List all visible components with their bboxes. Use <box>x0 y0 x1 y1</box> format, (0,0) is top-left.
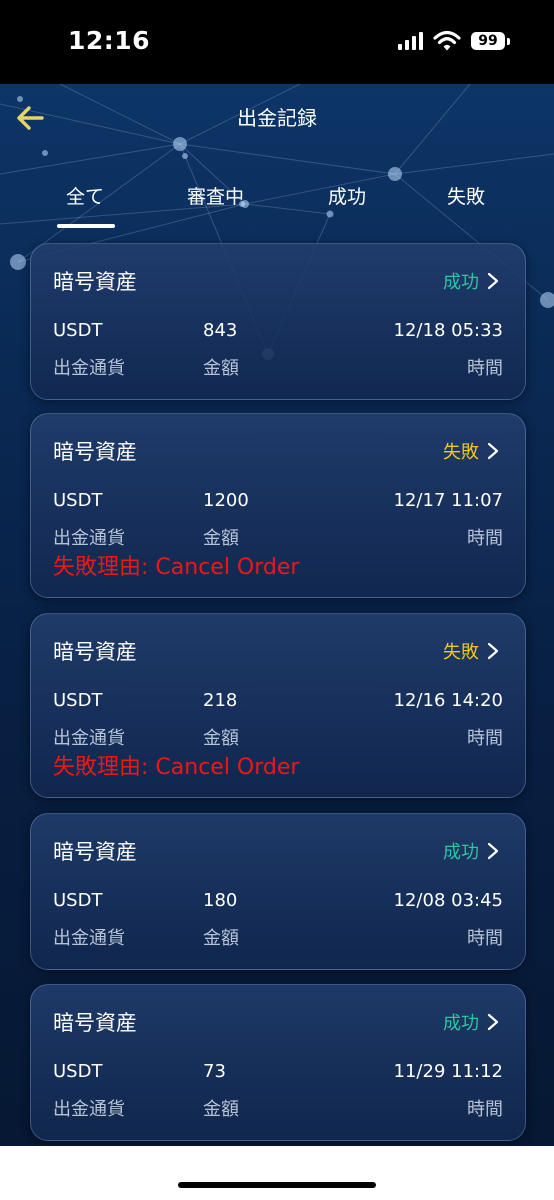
amount-label: 金額 <box>203 928 239 949</box>
chevron-right-icon <box>487 442 499 460</box>
status-label: 失敗 <box>443 442 479 463</box>
wifi-icon <box>433 30 461 51</box>
currency-label: 出金通貨 <box>53 728 125 749</box>
time-value: 11/29 11:12 <box>393 1061 503 1082</box>
record-title: 暗号資産 <box>53 640 137 664</box>
status-time: 12:16 <box>68 26 151 55</box>
time-label: 時間 <box>467 358 503 379</box>
currency-label: 出金通貨 <box>53 528 125 549</box>
chevron-right-icon <box>487 642 499 660</box>
currency-label: 出金通貨 <box>53 928 125 949</box>
amount-label: 金額 <box>203 358 239 379</box>
time-value: 12/17 11:07 <box>393 490 503 511</box>
cellular-signal-icon <box>398 32 423 50</box>
time-label: 時間 <box>467 528 503 549</box>
page-title: 出金記録 <box>237 106 317 130</box>
record-status: 成功 <box>443 1009 499 1035</box>
currency-label: 出金通貨 <box>53 358 125 379</box>
currency-label: 出金通貨 <box>53 1099 125 1120</box>
amount-label: 金額 <box>203 528 239 549</box>
status-label: 成功 <box>443 272 479 293</box>
app-screen: 出金記録 全て 審査中 成功 失敗 暗号資産 成功 USDT 843 12/18… <box>0 84 554 1146</box>
status-label: 成功 <box>443 1013 479 1034</box>
record-status: 成功 <box>443 838 499 864</box>
withdrawal-record-card[interactable]: 暗号資産 失敗 USDT 218 12/16 14:20 出金通貨 金額 時間 … <box>30 613 526 798</box>
status-bar: 12:16 99 <box>0 0 554 84</box>
currency-value: USDT <box>53 890 103 911</box>
tab-indicator <box>57 224 115 228</box>
withdrawal-record-card[interactable]: 暗号資産 成功 USDT 180 12/08 03:45 出金通貨 金額 時間 <box>30 813 526 970</box>
tab-under-review[interactable]: 審査中 <box>187 182 244 209</box>
record-status: 成功 <box>443 268 499 294</box>
record-title: 暗号資産 <box>53 270 137 294</box>
tab-failed[interactable]: 失敗 <box>447 182 485 209</box>
failure-reason: 失敗理由: Cancel Order <box>53 555 300 580</box>
record-title: 暗号資産 <box>53 440 137 464</box>
tab-success[interactable]: 成功 <box>328 182 366 209</box>
withdrawal-record-card[interactable]: 暗号資産 失敗 USDT 1200 12/17 11:07 出金通貨 金額 時間… <box>30 413 526 598</box>
amount-value: 180 <box>203 890 238 911</box>
status-label: 失敗 <box>443 642 479 663</box>
amount-label: 金額 <box>203 1099 239 1120</box>
home-indicator-area <box>0 1146 554 1200</box>
chevron-right-icon <box>487 272 499 290</box>
withdrawal-record-card[interactable]: 暗号資産 成功 USDT 843 12/18 05:33 出金通貨 金額 時間 <box>30 243 526 400</box>
status-icons: 99 <box>398 30 510 52</box>
battery-level: 99 <box>471 32 505 50</box>
currency-value: USDT <box>53 1061 103 1082</box>
chevron-right-icon <box>487 1013 499 1031</box>
currency-value: USDT <box>53 690 103 711</box>
amount-value: 843 <box>203 320 238 341</box>
amount-value: 1200 <box>203 490 249 511</box>
tab-all[interactable]: 全て <box>66 182 104 209</box>
tab-bar: 全て 審査中 成功 失敗 <box>0 182 554 226</box>
currency-value: USDT <box>53 490 103 511</box>
record-status: 失敗 <box>443 638 499 664</box>
record-title: 暗号資産 <box>53 1011 137 1035</box>
battery-icon: 99 <box>471 32 510 50</box>
record-title: 暗号資産 <box>53 840 137 864</box>
failure-reason: 失敗理由: Cancel Order <box>53 755 300 780</box>
amount-label: 金額 <box>203 728 239 749</box>
time-label: 時間 <box>467 928 503 949</box>
amount-value: 218 <box>203 690 238 711</box>
currency-value: USDT <box>53 320 103 341</box>
time-value: 12/08 03:45 <box>393 890 503 911</box>
time-value: 12/18 05:33 <box>393 320 503 341</box>
time-label: 時間 <box>467 1099 503 1120</box>
amount-value: 73 <box>203 1061 226 1082</box>
status-label: 成功 <box>443 842 479 863</box>
withdrawal-record-card[interactable]: 暗号資産 成功 USDT 73 11/29 11:12 出金通貨 金額 時間 <box>30 984 526 1141</box>
home-indicator[interactable] <box>178 1182 376 1188</box>
time-value: 12/16 14:20 <box>393 690 503 711</box>
record-status: 失敗 <box>443 438 499 464</box>
chevron-right-icon <box>487 842 499 860</box>
time-label: 時間 <box>467 728 503 749</box>
